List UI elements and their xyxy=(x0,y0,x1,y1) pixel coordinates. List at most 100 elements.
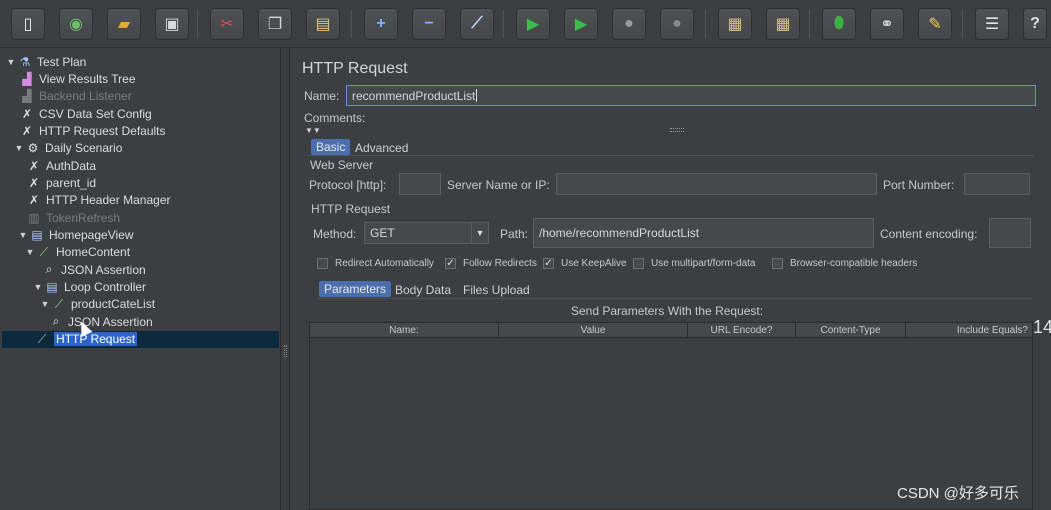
reset-search-icon[interactable]: ✎ xyxy=(918,8,952,40)
path-input[interactable]: /home/recommendProductList xyxy=(533,218,874,248)
clear-all-icon[interactable]: ▦ xyxy=(766,8,800,40)
checkbox-box[interactable] xyxy=(772,258,783,269)
binoculars-icon[interactable]: ⚭ xyxy=(870,8,904,40)
tree-node[interactable]: ▼ ⟋ HomeContent xyxy=(25,244,131,261)
tree-node[interactable]: ▼ ⟋ productCateList xyxy=(40,296,156,313)
tree-node[interactable]: ✗ HTTP Request Defaults xyxy=(18,122,166,139)
tree-node[interactable]: ⟋ HTTP Request xyxy=(2,330,279,348)
tree-node[interactable]: ▼ ▤ Loop Controller xyxy=(33,279,147,296)
tree-node[interactable]: ✗ parent_id xyxy=(25,174,96,191)
redirect-automatically-checkbox[interactable]: Redirect Automatically xyxy=(317,258,434,269)
shutdown-icon[interactable]: ● xyxy=(660,8,694,40)
protocol-input[interactable] xyxy=(399,173,441,195)
checkbox-box[interactable] xyxy=(633,258,644,269)
help-icon-glyph: ? xyxy=(1030,15,1040,32)
use-multipart-checkbox[interactable]: Use multipart/form-data xyxy=(633,258,755,269)
collapse-icon[interactable]: − xyxy=(412,8,446,40)
tree-node[interactable]: ▥ TokenRefresh xyxy=(25,209,120,226)
column-value[interactable]: Value xyxy=(499,323,688,338)
checkbox-box[interactable] xyxy=(317,258,328,269)
tab-parameters[interactable]: Parameters xyxy=(319,281,392,297)
toggle-icon[interactable]: ⟋ xyxy=(460,8,494,40)
checkmark-icon[interactable]: ✓ xyxy=(543,258,554,269)
splitter-grip[interactable] xyxy=(284,345,287,357)
checkbox-label: Use KeepAlive xyxy=(561,258,627,269)
help-icon[interactable]: ? xyxy=(1023,8,1047,40)
search-icon[interactable]: ⬮ xyxy=(822,8,856,40)
save-icon-glyph: ▣ xyxy=(164,16,180,33)
name-input[interactable]: recommendProductList xyxy=(346,85,1036,106)
tree-node[interactable]: ▟ Backend Listener xyxy=(18,88,131,105)
function-helper-icon[interactable]: ☰ xyxy=(975,8,1009,40)
tree-node[interactable]: ▼ ⚗ Test Plan xyxy=(6,53,87,70)
port-label: Port Number: xyxy=(883,178,955,192)
toggle-icon-glyph: ⟋ xyxy=(471,15,483,32)
checkmark-icon[interactable]: ✓ xyxy=(445,258,456,269)
follow-redirects-checkbox[interactable]: ✓ Follow Redirects xyxy=(445,258,537,269)
expand-toggle-icon[interactable]: ▼ xyxy=(40,299,50,309)
web-server-title: Web Server xyxy=(310,158,374,172)
cut-icon-glyph: ✂ xyxy=(220,16,234,33)
stop-icon[interactable]: ● xyxy=(612,8,646,40)
expand-toggle-icon[interactable]: ▼ xyxy=(6,57,16,67)
templates-icon[interactable]: ◉ xyxy=(59,8,93,40)
copy-icon[interactable]: ❐ xyxy=(258,8,292,40)
pane-splitter[interactable] xyxy=(281,48,290,510)
encoding-input[interactable] xyxy=(989,218,1031,248)
name-label: Name: xyxy=(304,89,340,103)
expand-toggle-icon[interactable]: ▼ xyxy=(18,230,28,240)
method-select[interactable]: GET ▼ xyxy=(364,222,489,244)
tree-node[interactable]: ▼ ▤ HomepageView xyxy=(18,227,134,244)
pipette-icon: ⟋ xyxy=(37,331,47,346)
column-url-encode[interactable]: URL Encode? xyxy=(688,323,796,338)
new-icon[interactable]: ▯ xyxy=(11,8,45,40)
start-no-pauses-icon[interactable]: ▶ xyxy=(564,8,598,40)
tree-node-label: TokenRefresh xyxy=(46,210,121,225)
open-icon[interactable]: ▰ xyxy=(107,8,141,40)
path-label: Path: xyxy=(500,227,529,241)
expand-toggle-icon[interactable]: ▼ xyxy=(33,282,43,292)
expand-toggle-icon[interactable]: ▼ xyxy=(14,143,24,153)
tree-node[interactable]: ⌕ JSON Assertion xyxy=(47,313,153,330)
tree-node[interactable]: ✗ HTTP Header Manager xyxy=(25,192,171,209)
table-header: Name: Value URL Encode? Content-Type Inc… xyxy=(310,323,1032,338)
expand-icon[interactable]: + xyxy=(364,8,398,40)
toolbar-separator xyxy=(503,10,504,38)
tree-node[interactable]: ▟ View Results Tree xyxy=(18,70,135,87)
tree-node-label: Daily Scenario xyxy=(45,141,123,156)
tab-body-data[interactable]: Body Data xyxy=(390,282,456,298)
tree-node[interactable]: ✗ AuthData xyxy=(25,157,96,174)
expand-toggle-icon[interactable]: ▼ xyxy=(25,247,35,257)
method-value: GET xyxy=(370,226,395,240)
browser-compatible-checkbox[interactable]: Browser-compatible headers xyxy=(772,258,917,269)
tab-files-upload[interactable]: Files Upload xyxy=(458,282,535,298)
tree-node[interactable]: ✗ CSV Data Set Config xyxy=(18,105,152,122)
tree-node[interactable]: ▼ ⚙ Daily Scenario xyxy=(14,140,123,157)
column-include-equals[interactable]: Include Equals? xyxy=(906,323,1032,338)
save-icon[interactable]: ▣ xyxy=(155,8,189,40)
start-no-pauses-icon-glyph: ▶ xyxy=(574,16,588,33)
sampler-icon: ▥ xyxy=(28,210,40,225)
tree-node[interactable]: ⌕ JSON Assertion xyxy=(40,261,146,278)
collapse-arrows-icon[interactable]: ▼▼ xyxy=(305,126,321,135)
column-name[interactable]: Name: xyxy=(310,323,499,338)
paste-icon[interactable]: ▤ xyxy=(306,8,340,40)
checkbox-label: Use multipart/form-data xyxy=(651,258,756,269)
port-input[interactable] xyxy=(964,173,1030,195)
start-icon[interactable]: ▶ xyxy=(516,8,550,40)
magnifier-icon: ⌕ xyxy=(52,314,60,329)
chevron-down-icon[interactable]: ▼ xyxy=(471,223,488,243)
wrench-icon: ✗ xyxy=(21,106,33,121)
column-content-type[interactable]: Content-Type xyxy=(796,323,906,338)
tree-node-label: JSON Assertion xyxy=(61,262,146,277)
clear-icon-glyph: ▦ xyxy=(727,16,743,33)
tab-advanced[interactable]: Advanced xyxy=(350,140,413,156)
test-plan-tree: ▼ ⚗ Test Plan ▟ View Results Tree ▟ Backend Li… xyxy=(0,48,281,510)
clear-icon[interactable]: ▦ xyxy=(718,8,752,40)
server-input[interactable] xyxy=(556,173,877,195)
comments-resize-grip[interactable] xyxy=(670,128,684,132)
tree-node-label: Loop Controller xyxy=(64,280,147,295)
cut-icon[interactable]: ✂ xyxy=(210,8,244,40)
tab-basic[interactable]: Basic xyxy=(311,139,351,155)
use-keepalive-checkbox[interactable]: ✓ Use KeepAlive xyxy=(543,258,627,269)
